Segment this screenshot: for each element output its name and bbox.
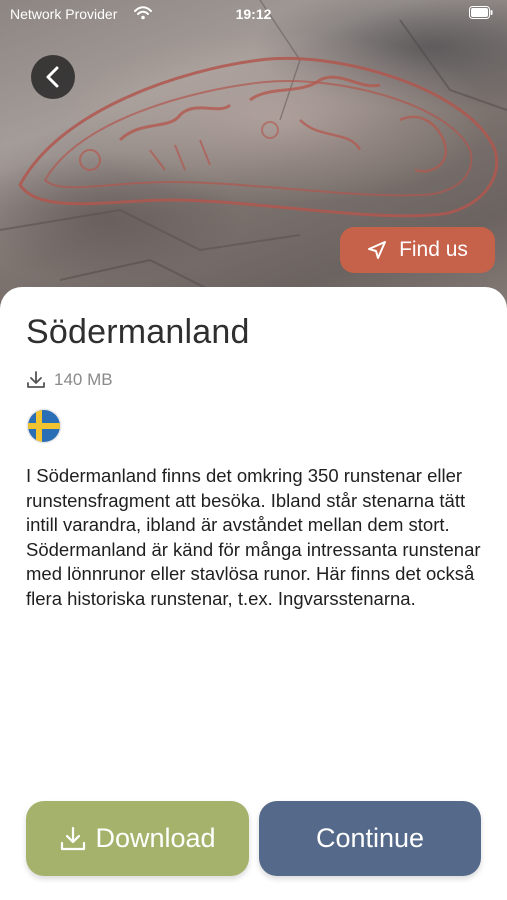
battery-icon	[469, 6, 493, 19]
download-button[interactable]: Download	[26, 801, 249, 876]
status-time: 19:12	[235, 6, 272, 22]
sweden-flag-icon	[26, 408, 62, 444]
download-icon	[61, 826, 86, 850]
chevron-left-icon	[46, 66, 59, 88]
continue-label: Continue	[315, 823, 425, 853]
navigation-arrow-icon	[368, 241, 387, 259]
download-size: 140 MB	[26, 369, 113, 391]
region-description: I Södermanland finns det omkring 350 run…	[26, 465, 481, 609]
download-icon	[27, 371, 45, 388]
find-us-label: Find us	[399, 238, 468, 261]
page-title: Södermanland	[26, 313, 250, 351]
status-bar: Network Provider 19:12	[0, 0, 507, 28]
continue-button[interactable]: Continue	[259, 801, 481, 876]
find-us-button[interactable]: Find us	[340, 227, 495, 273]
back-button[interactable]	[31, 55, 75, 99]
download-label: Download	[95, 823, 216, 853]
size-label: 140 MB	[54, 370, 113, 389]
